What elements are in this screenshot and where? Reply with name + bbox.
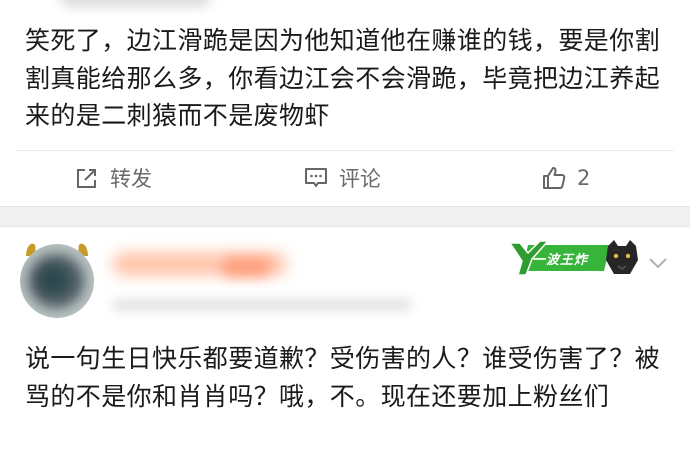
avatar[interactable] — [20, 244, 94, 318]
post-text: 笑死了，边江滑跪是因为他知道他在赚谁的钱，要是你割割真能给那么多，你看边江会不会… — [25, 26, 661, 130]
previous-content-strip — [0, 0, 690, 14]
panther-icon — [606, 240, 638, 274]
comment-icon — [305, 168, 327, 187]
badge-label: 一波王炸 — [532, 253, 589, 268]
comment-button[interactable]: 评论 — [303, 163, 381, 193]
thumbs-up-icon — [543, 167, 566, 189]
repost-label: 转发 — [110, 167, 152, 191]
share-icon — [77, 169, 96, 188]
blurred-meta-info — [112, 298, 412, 312]
like-count: 2 — [577, 166, 591, 190]
chevron-down-icon[interactable] — [648, 256, 668, 270]
section-separator — [0, 206, 690, 227]
comment-label: 评论 — [339, 167, 381, 191]
comment-text: 说一句生日快乐都要道歉？受伤害的人？谁受伤害了？被骂的不是你和肖肖吗？哦，不。现… — [25, 344, 661, 411]
like-button[interactable]: 2 — [541, 163, 590, 193]
repost-button[interactable]: 转发 — [74, 163, 152, 193]
blurred-previous-content — [60, 0, 210, 6]
blurred-username-highlight — [222, 258, 270, 276]
actions-divider — [16, 150, 674, 151]
